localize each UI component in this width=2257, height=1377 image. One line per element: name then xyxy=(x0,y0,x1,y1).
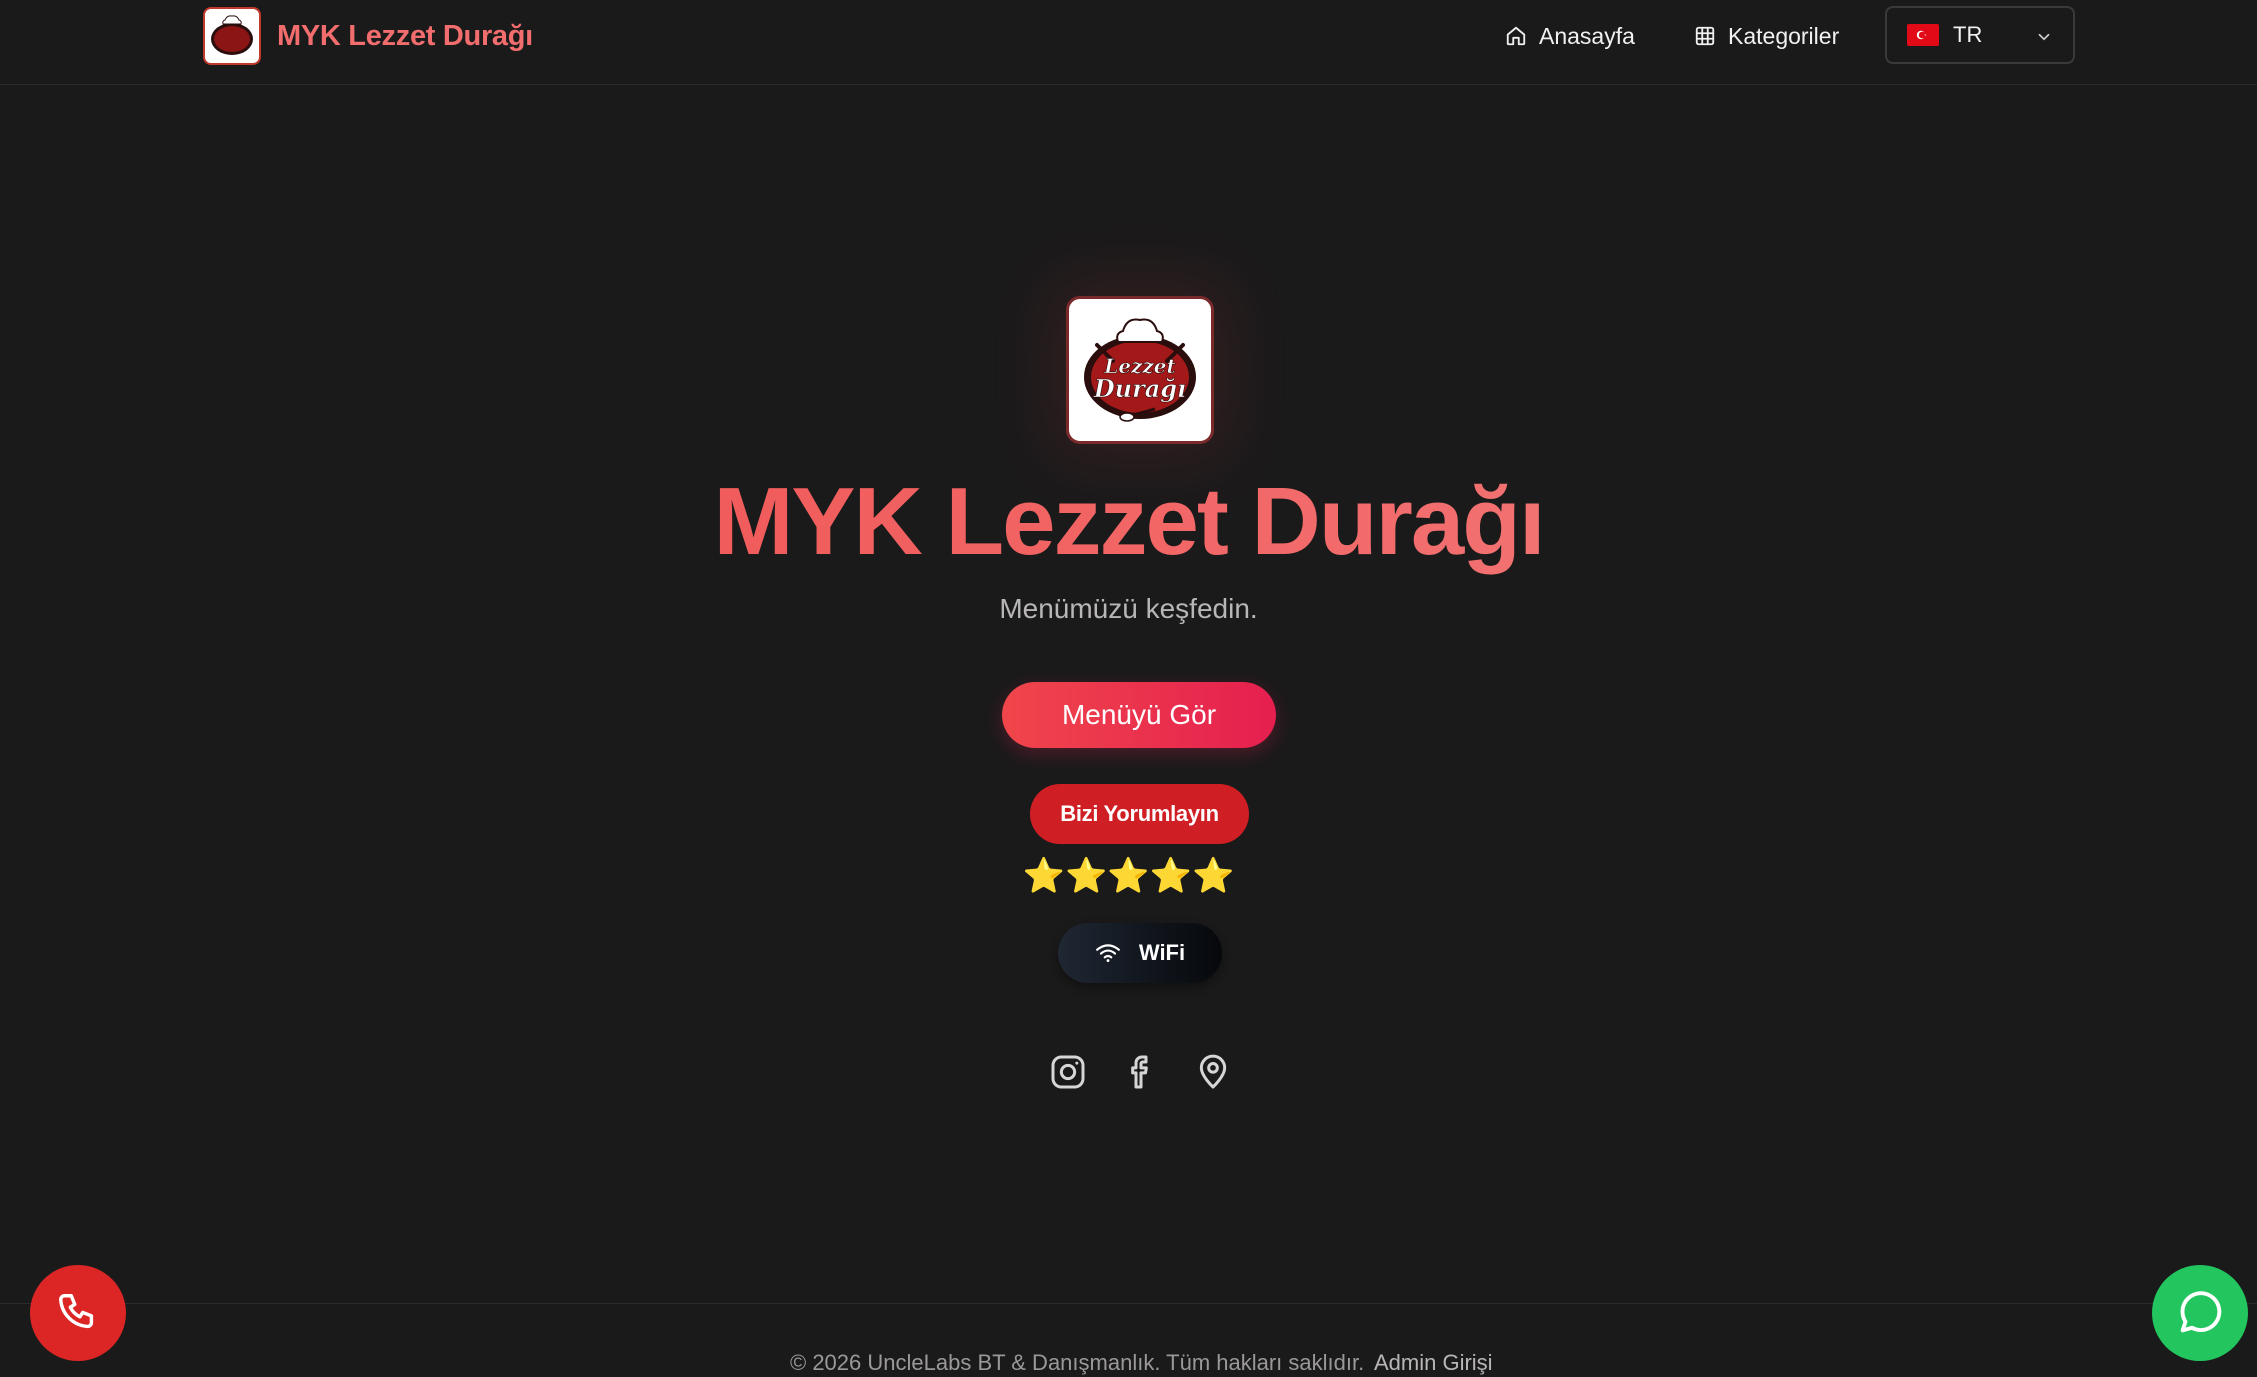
logo-text-bottom: Durağı xyxy=(1093,374,1186,403)
phone-icon xyxy=(59,1294,94,1329)
top-navbar: MYK Lezzet Durağı Anasayfa Kategoriler T… xyxy=(0,0,2257,85)
instagram-link[interactable] xyxy=(1048,1052,1088,1092)
view-menu-button[interactable]: Menüyü Gör xyxy=(1002,682,1276,748)
nav-categories[interactable]: Kategoriler xyxy=(1694,18,1839,54)
restaurant-logo-icon xyxy=(211,15,253,55)
turkey-flag-icon xyxy=(1907,24,1939,46)
hero-logo: Lezzet Durağı xyxy=(1066,296,1214,444)
facebook-link[interactable] xyxy=(1121,1052,1161,1092)
nav-home[interactable]: Anasayfa xyxy=(1505,18,1635,54)
grid-icon xyxy=(1695,26,1715,46)
facebook-icon xyxy=(1131,1055,1148,1089)
language-value: TR xyxy=(1953,22,1983,47)
map-pin-icon xyxy=(1199,1054,1227,1089)
whatsapp-icon xyxy=(2180,1291,2222,1333)
hero-subtitle: Menümüzü keşfedin. xyxy=(999,593,1258,624)
language-select[interactable]: TR xyxy=(1885,6,2075,64)
copyright-text: © 2026 UncleLabs BT & Danışmanlık. Tüm h… xyxy=(790,1350,1365,1375)
wifi-icon xyxy=(1095,944,1120,962)
hero-title: MYK Lezzet Durağı xyxy=(0,462,2257,582)
footer: © 2026 UncleLabs BT & Danışmanlık. Tüm h… xyxy=(0,1303,2257,1377)
location-link[interactable] xyxy=(1193,1052,1233,1092)
chevron-down-icon xyxy=(2038,33,2050,41)
wifi-button[interactable]: WiFi xyxy=(1058,923,1222,983)
home-icon xyxy=(1506,26,1526,46)
admin-login-link[interactable]: Admin Girişi xyxy=(1374,1350,1493,1376)
nav-categories-label: Kategoriler xyxy=(1728,22,1840,49)
whatsapp-button[interactable] xyxy=(2152,1265,2248,1361)
nav-home-label: Anasayfa xyxy=(1539,22,1635,49)
instagram-icon xyxy=(1051,1055,1085,1089)
review-us-button[interactable]: Bizi Yorumlayın xyxy=(1030,784,1249,844)
call-button[interactable] xyxy=(30,1265,126,1361)
restaurant-logo-icon: Lezzet Durağı xyxy=(1084,318,1196,422)
brand-logo xyxy=(203,7,261,65)
wifi-label: WiFi xyxy=(1138,940,1186,965)
rating-stars: ⭐⭐⭐⭐⭐ xyxy=(1022,857,1235,895)
brand-name: MYK Lezzet Durağı xyxy=(277,19,533,52)
page: MYK Lezzet Durağı Anasayfa Kategoriler T… xyxy=(0,0,2257,1377)
brand-link[interactable]: MYK Lezzet Durağı xyxy=(203,5,533,67)
